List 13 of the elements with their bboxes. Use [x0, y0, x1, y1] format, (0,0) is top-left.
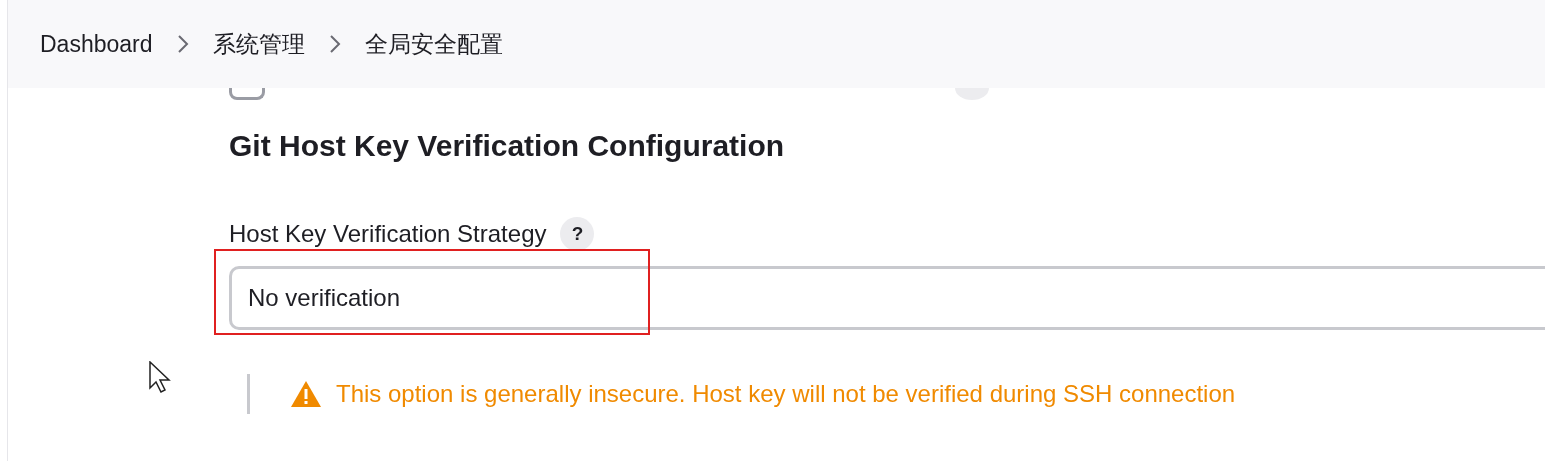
- mouse-cursor-icon: [149, 361, 171, 393]
- checkbox[interactable]: [229, 88, 265, 100]
- warning-text: This option is generally insecure. Host key will not be verified during SSH connection: [336, 379, 1236, 409]
- select-field[interactable]: No verification: [229, 266, 1545, 330]
- section-title: Git Host Key Verification Configuration: [229, 128, 786, 164]
- help-button[interactable]: ?: [560, 217, 595, 251]
- chevron-icon: [176, 34, 189, 54]
- breadcrumb-link[interactable]: Dashboard: [40, 26, 153, 62]
- breadcrumb-link[interactable]: 全局安全配置: [364, 26, 503, 62]
- chevron-icon: [328, 34, 341, 54]
- breadcrumb-link[interactable]: 系统管理: [212, 26, 305, 62]
- warning-icon: [290, 380, 322, 408]
- field-label: Host Key Verification Strategy: [229, 219, 547, 249]
